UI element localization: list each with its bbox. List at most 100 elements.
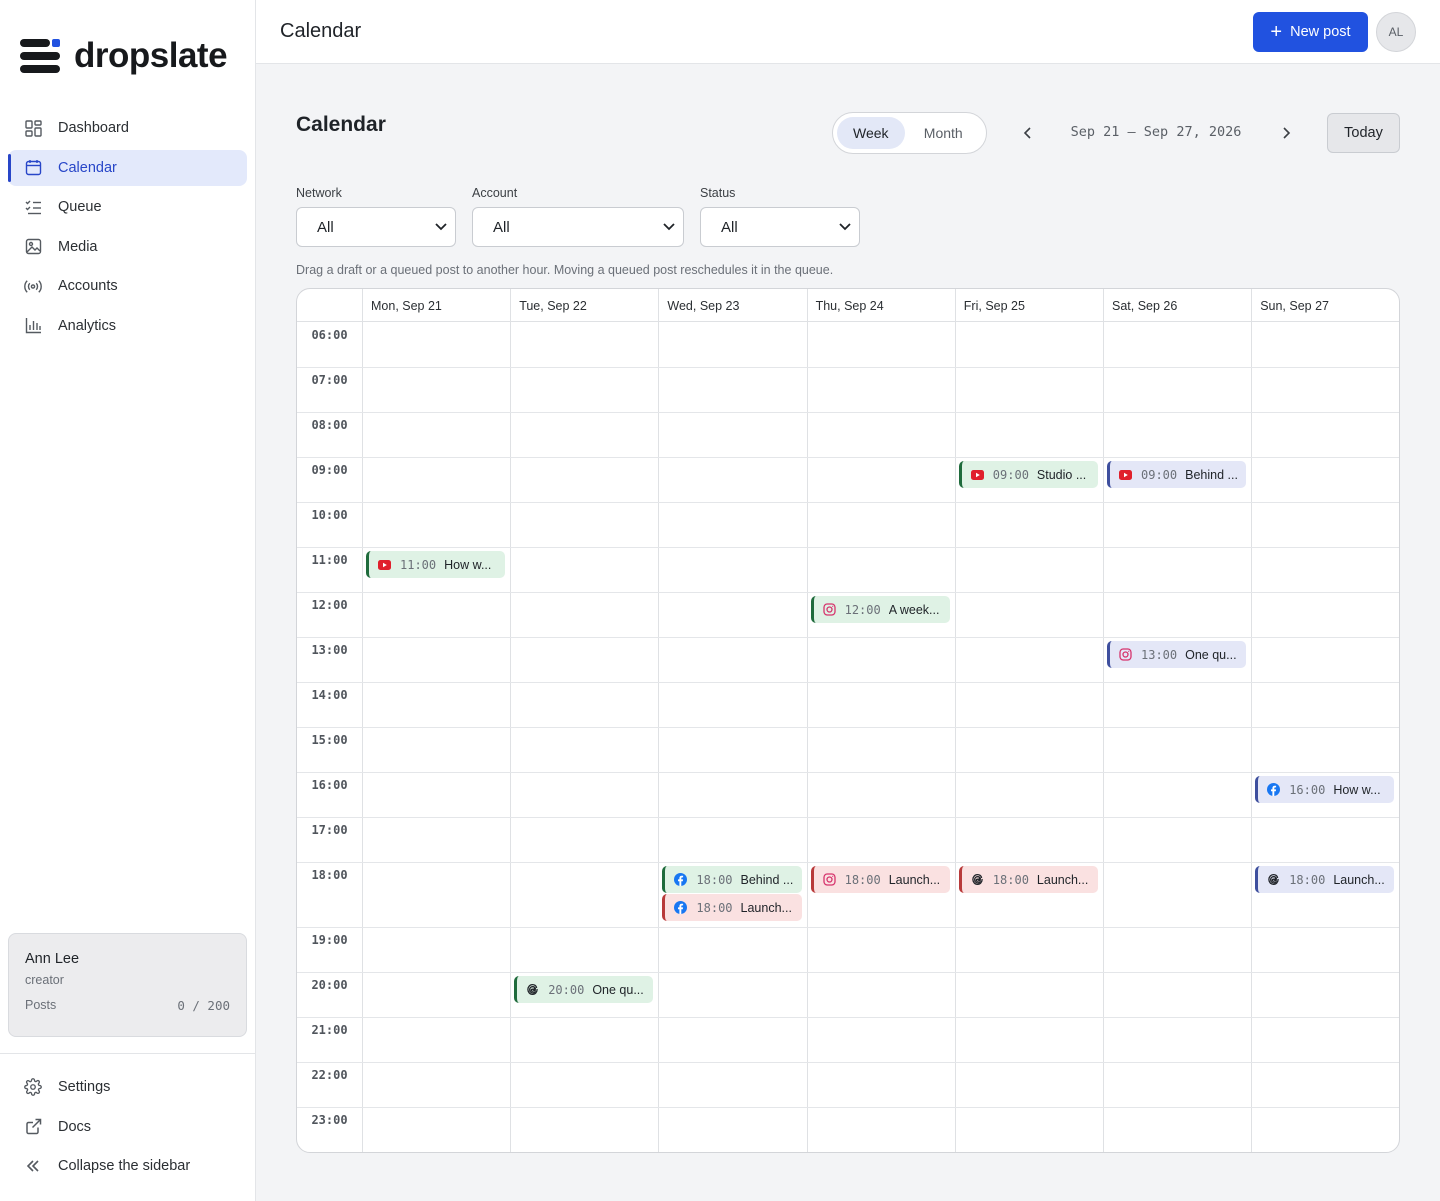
hour-label: 13:00 <box>311 643 348 657</box>
calendar-event[interactable]: 13:00 One qu... <box>1107 641 1247 668</box>
calendar-icon <box>24 159 42 177</box>
page-title: Calendar <box>296 113 386 136</box>
calendar-event[interactable]: 18:00 Launch... <box>662 894 802 921</box>
hour-label: 12:00 <box>311 598 348 612</box>
avatar[interactable]: AL <box>1376 12 1416 52</box>
sidebar-item-docs[interactable]: Docs <box>8 1109 247 1145</box>
column-divider <box>1251 322 1253 1152</box>
hour-divider <box>297 502 1399 503</box>
event-time: 11:00 <box>400 557 437 572</box>
topbar: Calendar + New post AL <box>256 0 1440 64</box>
chevron-down-icon <box>839 223 851 231</box>
event-time: 18:00 <box>696 872 733 887</box>
network-select-value: All <box>317 218 334 236</box>
calendar-event[interactable]: 18:00 Behind ... <box>662 866 802 893</box>
event-title: Launch... <box>1036 872 1089 887</box>
calendar-event[interactable]: 16:00 How w... <box>1255 776 1395 803</box>
sidebar-item-label: Collapse the sidebar <box>58 1158 191 1174</box>
facebook-icon <box>1267 783 1281 796</box>
youtube-icon <box>970 468 984 481</box>
instagram-icon <box>822 873 836 886</box>
next-week-button[interactable] <box>1275 122 1297 144</box>
sidebar-divider <box>0 1053 255 1054</box>
dashboard-icon <box>24 119 42 137</box>
calendar-event[interactable]: 11:00 How w... <box>366 551 506 578</box>
hour-label: 06:00 <box>311 328 348 342</box>
sidebar-item-dashboard[interactable]: Dashboard <box>8 110 247 146</box>
event-time: 20:00 <box>548 982 585 997</box>
sidebar-item-queue[interactable]: Queue <box>8 189 247 225</box>
sidebar-item-analytics[interactable]: Analytics <box>8 308 247 344</box>
hour-divider <box>297 547 1399 548</box>
hour-label: 22:00 <box>311 1068 348 1082</box>
hour-divider <box>297 727 1399 728</box>
sidebar-item-media[interactable]: Media <box>8 229 247 265</box>
logo-icon <box>20 39 60 73</box>
event-title: One qu... <box>1185 647 1237 662</box>
calendar-header: Mon, Sep 21 Tue, Sep 22 Wed, Sep 23 Thu, Se… <box>297 289 1399 322</box>
hour-divider <box>297 682 1399 683</box>
user-name: Ann Lee <box>25 951 80 967</box>
hour-divider <box>297 772 1399 773</box>
new-post-label: New post <box>1290 24 1351 40</box>
sidebar: dropslate Dashboard Calendar Queue Media… <box>0 0 256 1201</box>
day-header: Thu, Sep 24 <box>806 289 955 322</box>
hour-divider <box>297 457 1399 458</box>
sidebar-item-settings[interactable]: Settings <box>8 1069 247 1105</box>
sidebar-item-accounts[interactable]: Accounts <box>8 268 247 304</box>
hour-divider <box>297 1017 1399 1018</box>
external-link-icon <box>24 1118 42 1136</box>
event-time: 09:00 <box>1141 467 1178 482</box>
account-select-value: All <box>493 218 510 236</box>
hour-divider <box>297 1062 1399 1063</box>
calendar-event[interactable]: 18:00 Launch... <box>1255 866 1395 893</box>
chevron-left-icon <box>1023 127 1031 139</box>
event-title: How w... <box>1333 782 1381 797</box>
facebook-icon <box>674 873 688 886</box>
brand-name: dropslate <box>74 36 228 75</box>
sidebar-item-calendar[interactable]: Calendar <box>8 149 247 186</box>
network-select[interactable]: All <box>296 207 456 247</box>
sidebar-item-label: Analytics <box>58 317 117 334</box>
hour-divider <box>297 592 1399 593</box>
hour-label: 23:00 <box>311 1113 348 1127</box>
gear-icon <box>24 1078 42 1096</box>
view-week-button[interactable]: Week <box>837 117 905 149</box>
hour-divider <box>297 1107 1399 1108</box>
chevron-right-icon <box>1283 127 1291 139</box>
collapse-sidebar-button[interactable]: Collapse the sidebar <box>8 1148 247 1184</box>
chevron-down-icon <box>435 223 447 231</box>
youtube-icon <box>378 558 391 571</box>
status-select[interactable]: All <box>700 207 860 247</box>
double-chevron-left-icon <box>24 1157 42 1175</box>
hour-label: 15:00 <box>311 733 348 747</box>
today-button[interactable]: Today <box>1327 113 1400 153</box>
brand-logo[interactable]: dropslate <box>20 36 228 76</box>
day-header: Fri, Sep 25 <box>954 289 1103 322</box>
previous-week-button[interactable] <box>1017 122 1039 144</box>
column-divider <box>658 322 660 1152</box>
status-select-value: All <box>721 218 738 236</box>
hour-divider <box>297 862 1399 863</box>
column-divider <box>954 322 956 1152</box>
calendar-event[interactable]: 12:00 A week... <box>810 596 950 623</box>
calendar-event[interactable]: 18:00 Launch... <box>958 866 1098 893</box>
calendar-event[interactable]: 20:00 One qu... <box>514 976 654 1003</box>
new-post-button[interactable]: + New post <box>1253 12 1368 52</box>
topbar-title: Calendar <box>280 20 362 42</box>
event-time: 16:00 <box>1289 782 1326 797</box>
event-time: 09:00 <box>992 467 1029 482</box>
calendar-event[interactable]: 18:00 Launch... <box>810 866 950 893</box>
view-month-button[interactable]: Month <box>905 117 982 149</box>
calendar-event[interactable]: 09:00 Behind ... <box>1107 461 1247 488</box>
account-select[interactable]: All <box>472 207 684 247</box>
calendar-event[interactable]: 09:00 Studio ... <box>958 461 1098 488</box>
threads-icon <box>1267 873 1280 886</box>
user-card: Ann Lee creator Posts 0 / 200 <box>8 933 247 1037</box>
sidebar-item-label: Calendar <box>58 159 117 176</box>
hour-label: 14:00 <box>311 688 348 702</box>
hour-label: 10:00 <box>311 508 348 522</box>
hour-label: 19:00 <box>311 933 348 947</box>
youtube-icon <box>1119 468 1132 481</box>
facebook-icon <box>674 901 688 914</box>
